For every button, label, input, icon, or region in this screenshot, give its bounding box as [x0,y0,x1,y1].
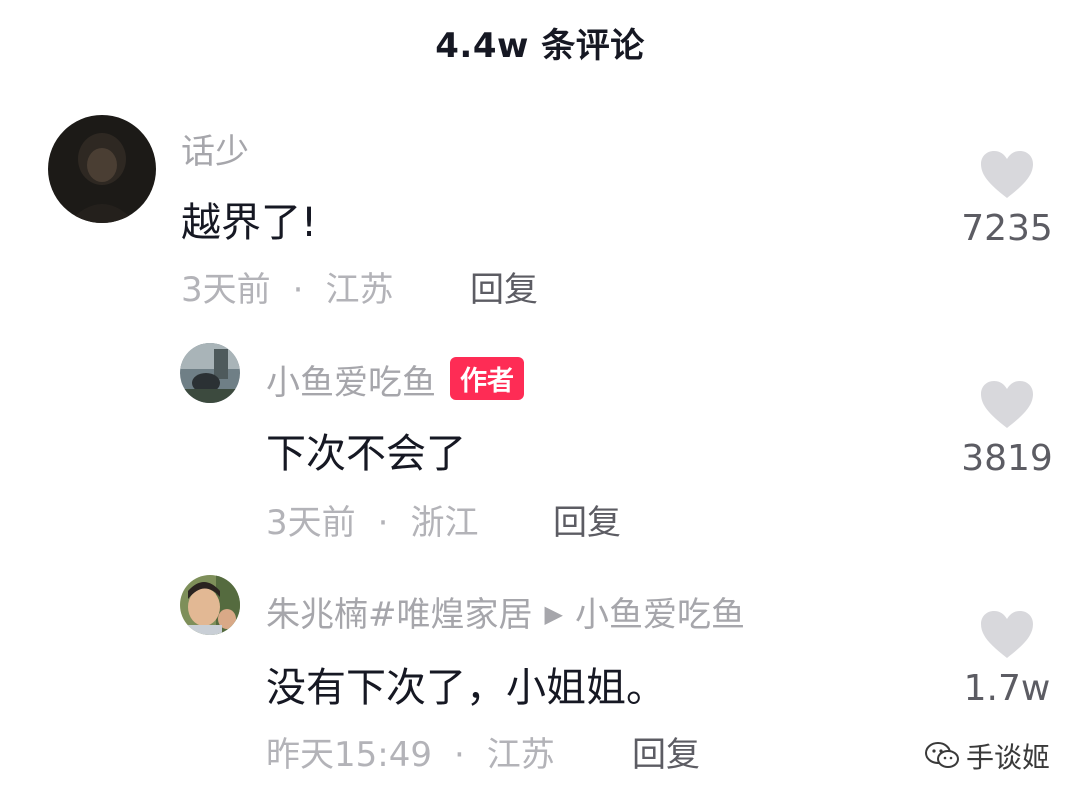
comment-meta: 3天前 · 浙江 [266,495,478,544]
reply-button[interactable]: 回复 [553,495,621,544]
comment-username[interactable]: 小鱼爱吃鱼 作者 [266,355,524,404]
like-count: 7235 [961,208,1053,249]
wechat-icon [925,742,959,768]
like-button[interactable]: 1.7w [952,610,1062,709]
watermark: 手谈姬 [924,736,1050,776]
comment-text: 下次不会了 [266,431,466,477]
meta-separator: · [453,735,465,775]
comment-location: 江苏 [486,735,555,775]
comment-text: 没有下次了，小姐姐。 [266,665,666,711]
avatar[interactable] [48,115,156,223]
comment-text: 越界了! [181,200,318,246]
avatar[interactable] [180,575,240,635]
comment-username[interactable]: 朱兆楠#唯煌家居 ▶ 小鱼爱吃鱼 [266,587,745,636]
like-count: 3819 [961,438,1053,479]
comment-time: 3天前 [181,270,271,310]
comment-username[interactable]: 话少 [181,124,249,173]
like-count: 1.7w [963,668,1051,709]
reply-to-username[interactable]: 小鱼爱吃鱼 [575,595,745,635]
username-text: 小鱼爱吃鱼 [266,363,436,403]
watermark-text: 手谈姬 [966,741,1051,774]
like-button[interactable]: 3819 [952,380,1062,479]
username-text: 朱兆楠#唯煌家居 [266,595,533,635]
comments-count-title: 4.4w 条评论 [435,26,645,66]
author-badge: 作者 [450,357,524,400]
heart-icon [981,381,1033,428]
comment-meta: 昨天15:49 · 江苏 [266,727,555,776]
meta-separator: · [292,270,304,310]
triangle-right-icon: ▶ [544,600,563,628]
comment-location: 浙江 [410,503,479,543]
heart-icon [981,611,1033,658]
comment-location: 江苏 [325,270,394,310]
heart-icon [981,151,1033,198]
reply-button[interactable]: 回复 [470,262,538,311]
reply-button[interactable]: 回复 [632,727,700,776]
meta-separator: · [377,503,389,543]
avatar[interactable] [180,343,240,403]
comment-time: 昨天15:49 [266,735,432,775]
like-button[interactable]: 7235 [952,150,1062,249]
comment-time: 3天前 [266,503,356,543]
comment-meta: 3天前 · 江苏 [181,262,393,311]
